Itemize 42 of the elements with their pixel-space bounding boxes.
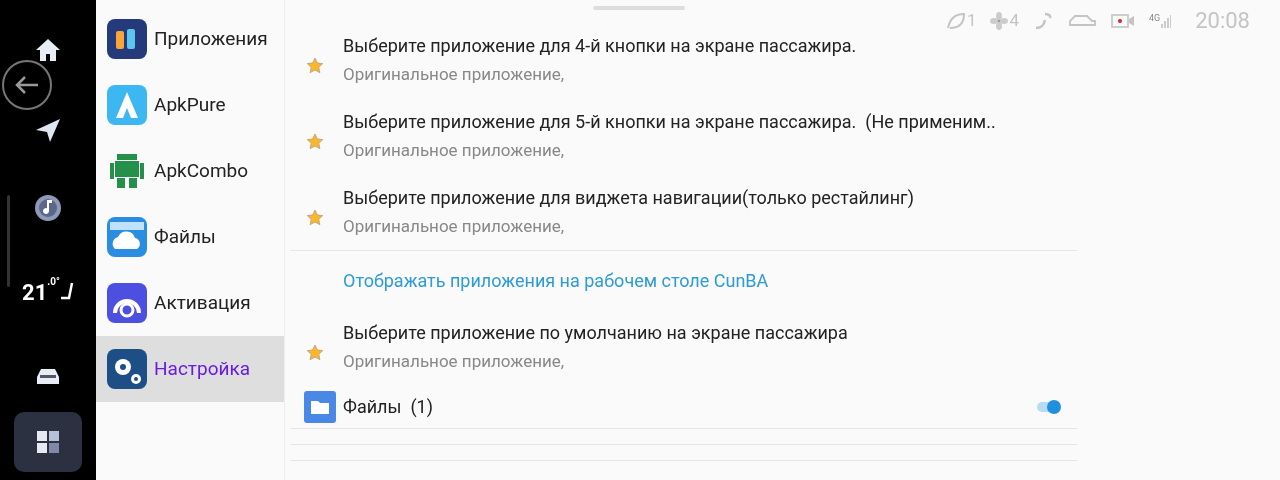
camera-recording-icon [1111, 12, 1135, 29]
star-icon [306, 208, 324, 226]
option-value: Оригинальное приложение, [343, 350, 566, 373]
sidebar-item[interactable]: ApkPure [96, 72, 284, 138]
option-value: Оригинальное приложение, [343, 215, 566, 238]
folder-icon [304, 390, 336, 423]
setting-option[interactable]: Выберите приложение по умолчанию на экране пассажира Оригинальное приложение, [290, 309, 1077, 385]
option-title: Выберите приложение для 5-й кнопки на экране пассажира. (Не применим.. [343, 110, 996, 134]
temperature-decimal: .0° [47, 275, 60, 289]
star-icon [306, 56, 324, 74]
signal-icon [1161, 13, 1172, 28]
setting-option[interactable]: Выберите приложение для виджета навигации(только рестайлинг) Оригинальное приложение, [290, 174, 1077, 250]
option-title: Выберите приложение для 4-й кнопки на экране пассажира. [343, 34, 857, 58]
sidebar-item[interactable]: Файлы [96, 204, 284, 270]
app-row[interactable]: Файлы (1) [290, 385, 1077, 429]
music-disc-icon [33, 194, 63, 222]
letter-a-icon [107, 85, 147, 125]
back-button[interactable] [2, 60, 52, 110]
toggle-switch[interactable] [1037, 401, 1059, 412]
option-title: Выберите приложение по умолчанию на экране пассажира [343, 321, 848, 345]
star-icon [306, 343, 324, 361]
option-value: Оригинальное приложение, [343, 63, 566, 86]
back-arrow-icon [14, 75, 40, 95]
car-recirculation-icon [1067, 12, 1097, 29]
sidebar-item[interactable]: Приложения [96, 6, 284, 72]
sidebar-item[interactable]: Настройка [96, 336, 284, 402]
leaf-icon [945, 11, 966, 30]
cloud-folder-icon [107, 217, 147, 257]
fan-icon [990, 11, 1009, 30]
network-type: 4G [1149, 13, 1161, 23]
sidebar-item[interactable]: ApkCombo [96, 138, 284, 204]
android-robot-icon [107, 151, 147, 191]
setting-option[interactable]: Выберите приложение для 5-й кнопки на экране пассажира. (Не применим.. Оригинальное приложение, [290, 98, 1077, 174]
section-heading: Отображать приложения на рабочем столе CunBA [343, 268, 769, 293]
app-grid-icon [107, 19, 147, 59]
star-icon [306, 132, 324, 150]
sidebar-item[interactable]: Активация [96, 270, 284, 336]
dock-button[interactable] [14, 412, 82, 472]
app-name: Файлы (1) [343, 395, 434, 419]
temperature-text: 21 [22, 278, 48, 307]
option-value: Оригинальное приложение, [343, 139, 566, 162]
option-title: Выберите приложение для виджета навигации(только рестайлинг) [343, 186, 914, 210]
